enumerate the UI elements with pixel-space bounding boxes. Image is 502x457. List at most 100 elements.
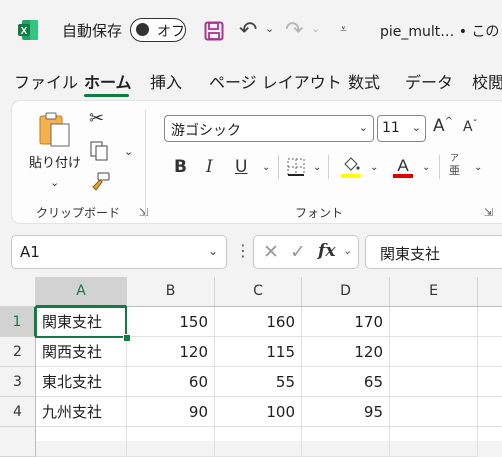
row-header-2[interactable]: 2 [0,337,36,367]
redo-icon[interactable]: ↷ [285,18,303,43]
cell-c4[interactable]: 100 [215,397,302,427]
cell-f1[interactable] [478,307,502,337]
customize-toolbar-icon[interactable]: ⩡ [340,22,347,37]
fill-color-icon[interactable] [340,155,362,183]
autosave-toggle[interactable]: オフ [130,18,186,42]
column-header-b[interactable]: B [127,277,215,307]
chevron-down-icon: ⌄ [411,121,421,134]
italic-button[interactable]: I [206,157,213,177]
underline-button[interactable]: U [235,157,247,177]
enter-icon[interactable]: ✓ [290,241,306,263]
font-name-select[interactable]: 游ゴシック ⌄ [164,115,374,142]
undo-icon[interactable]: ↶ [239,18,257,43]
cell-b1[interactable]: 150 [127,307,215,337]
borders-dropdown-icon[interactable]: ⌄ [313,162,321,173]
active-cell-outline [35,306,127,338]
tab-review[interactable]: 校閲 [472,69,502,93]
separator [328,155,329,179]
cell-e3[interactable] [390,367,478,397]
copy-dropdown-icon[interactable]: ⌄ [124,145,133,158]
select-all-button[interactable] [0,277,36,307]
tab-page-layout[interactable]: ページ レイアウト [209,69,342,93]
column-header-f[interactable] [478,277,502,307]
cell-d4[interactable]: 95 [302,397,390,427]
tab-file[interactable]: ファイル [14,69,78,93]
chevron-down-icon[interactable]: ⌄ [343,244,352,257]
cell-b5[interactable] [127,427,215,457]
name-box[interactable]: A1 ⌄ [11,235,227,269]
cell-a2[interactable]: 関西支社 [36,337,127,367]
formula-input[interactable]: 関東支社 [365,235,502,269]
svg-text:X: X [21,26,28,37]
cut-icon[interactable]: ✂ [89,108,104,129]
cell-a5[interactable] [36,427,127,457]
phonetic-dropdown-icon[interactable]: ⌄ [474,162,482,173]
tab-home[interactable]: ホーム [84,69,132,93]
row-header-1[interactable]: 1 [0,307,36,337]
active-tab-indicator [84,94,129,97]
cell-f3[interactable] [478,367,502,397]
cell-d3[interactable]: 65 [302,367,390,397]
formula-controls: ✕ ✓ fx ⌄ [253,235,359,269]
cell-c3[interactable]: 55 [215,367,302,397]
cancel-icon[interactable]: ✕ [263,241,279,263]
cell-f4[interactable] [478,397,502,427]
paste-button[interactable]: 貼り付け [29,152,81,171]
bold-button[interactable]: B [174,157,187,177]
font-color-dropdown-icon[interactable]: ⌄ [422,162,430,173]
cell-c5[interactable] [215,427,302,457]
chevron-down-icon: ⌄ [207,244,218,258]
cell-c2[interactable]: 115 [215,337,302,367]
column-header-e[interactable]: E [390,277,478,307]
fill-color-dropdown-icon[interactable]: ⌄ [370,162,378,173]
clipboard-launcher-icon[interactable]: ⇲ [139,206,148,219]
column-header-a[interactable]: A [36,277,127,307]
cell-b4[interactable]: 90 [127,397,215,427]
save-icon[interactable] [204,21,224,45]
separator [278,155,279,179]
increase-font-size-icon[interactable]: A^ [433,116,453,136]
font-color-icon[interactable]: A [392,155,414,183]
undo-dropdown-icon[interactable]: ⌄ [265,22,274,35]
cell-d1[interactable]: 170 [302,307,390,337]
column-header-c[interactable]: C [215,277,302,307]
insert-function-button[interactable]: fx [318,241,335,261]
borders-icon[interactable] [287,158,305,180]
cell-a4[interactable]: 九州支社 [36,397,127,427]
row-header-3[interactable]: 3 [0,367,36,397]
underline-dropdown-icon[interactable]: ⌄ [262,162,270,173]
cell-e1[interactable] [390,307,478,337]
font-name-value: 游ゴシック [171,123,241,139]
phonetic-guide-icon[interactable]: ア亜 [449,154,460,176]
paste-dropdown-icon[interactable]: ⌄ [50,176,59,189]
svg-text:A: A [397,156,409,175]
decrease-font-size-icon[interactable]: Aˇ [463,119,478,135]
cell-d2[interactable]: 120 [302,337,390,367]
tab-insert[interactable]: 挿入 [150,69,182,93]
cell-a3[interactable]: 東北支社 [36,367,127,397]
chevron-down-icon: ⌄ [358,121,368,134]
formula-bar-splitter-icon[interactable]: ⋮ [235,241,251,260]
excel-logo-icon: X [17,19,39,41]
cell-d5[interactable] [302,427,390,457]
cell-e4[interactable] [390,397,478,427]
tab-formulas[interactable]: 数式 [348,69,380,93]
tab-data[interactable]: データ [405,69,453,93]
copy-icon[interactable] [88,140,110,166]
cell-e2[interactable] [390,337,478,367]
paste-icon[interactable] [36,110,76,154]
cell-b3[interactable]: 60 [127,367,215,397]
cell-c1[interactable]: 160 [215,307,302,337]
redo-dropdown-icon[interactable]: ⌄ [311,22,320,35]
column-header-d[interactable]: D [302,277,390,307]
document-title[interactable]: pie_mult… • この [380,21,499,41]
cell-f2[interactable] [478,337,502,367]
row-header-5[interactable] [0,427,36,457]
fill-handle[interactable] [123,334,131,342]
format-painter-icon[interactable] [88,172,110,196]
cell-b2[interactable]: 120 [127,337,215,367]
row-header-4[interactable]: 4 [0,397,36,427]
font-size-select[interactable]: 11 ⌄ [377,115,426,142]
cell-e5[interactable] [390,427,478,457]
font-launcher-icon[interactable]: ⇲ [484,206,493,219]
